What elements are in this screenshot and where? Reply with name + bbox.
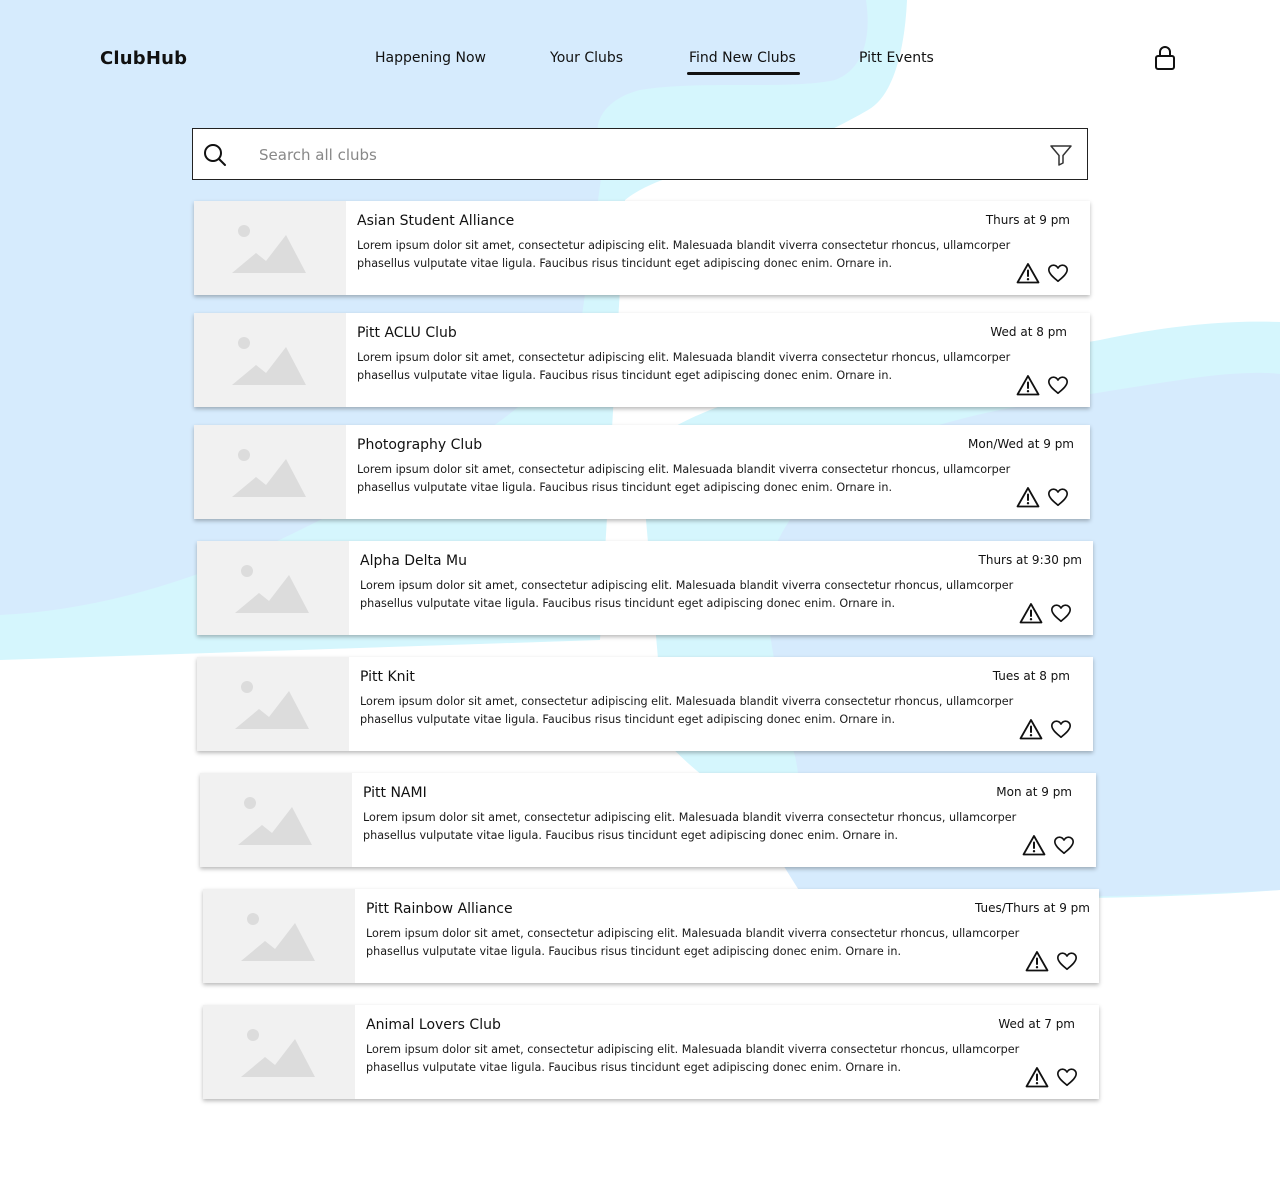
club-card[interactable]: Pitt NAMI Mon at 9 pm Lorem ipsum dolor … xyxy=(200,773,1096,867)
club-thumbnail xyxy=(197,657,349,751)
app-logo[interactable]: ClubHub xyxy=(100,48,187,69)
club-description: Lorem ipsum dolor sit amet, consectetur … xyxy=(366,927,1020,958)
club-card[interactable]: Asian Student Alliance Thurs at 9 pm Lor… xyxy=(194,201,1090,295)
image-placeholder-icon xyxy=(232,449,306,497)
club-meeting-time: Thurs at 9 pm xyxy=(985,213,1070,227)
club-thumbnail xyxy=(194,425,346,519)
heart-icon[interactable] xyxy=(1050,718,1072,740)
club-name: Pitt NAMI xyxy=(363,785,427,801)
club-card[interactable]: Pitt Knit Tues at 8 pm Lorem ipsum dolor… xyxy=(197,657,1093,751)
top-navigation: ClubHub Happening Now Your Clubs Find Ne… xyxy=(0,0,1280,110)
heart-icon[interactable] xyxy=(1047,374,1069,396)
club-name: Animal Lovers Club xyxy=(366,1017,501,1033)
club-description: Lorem ipsum dolor sit amet, consectetur … xyxy=(366,1043,1020,1074)
club-name: Photography Club xyxy=(357,437,483,453)
club-meeting-time: Thurs at 9:30 pm xyxy=(978,553,1082,567)
club-name: Pitt Knit xyxy=(360,669,415,685)
heart-icon[interactable] xyxy=(1047,262,1069,284)
club-meeting-time: Mon at 9 pm xyxy=(996,785,1072,799)
club-card[interactable]: Pitt ACLU Club Wed at 8 pm Lorem ipsum d… xyxy=(194,313,1090,407)
nav-find-new-clubs[interactable]: Find New Clubs xyxy=(687,50,800,75)
club-thumbnail xyxy=(194,201,346,295)
club-thumbnail xyxy=(200,773,352,867)
heart-icon[interactable] xyxy=(1050,602,1072,624)
heart-icon[interactable] xyxy=(1047,486,1069,508)
image-placeholder-icon xyxy=(241,913,315,961)
image-placeholder-icon xyxy=(232,225,306,273)
filter-icon[interactable] xyxy=(1049,143,1073,167)
club-description: Lorem ipsum dolor sit amet, consectetur … xyxy=(360,695,1014,726)
club-card[interactable]: Photography Club Mon/Wed at 9 pm Lorem i… xyxy=(194,425,1090,519)
image-placeholder-icon xyxy=(238,797,312,845)
warning-icon[interactable] xyxy=(1016,262,1040,284)
image-placeholder-icon xyxy=(235,681,309,729)
club-description: Lorem ipsum dolor sit amet, consectetur … xyxy=(357,463,1011,494)
warning-icon[interactable] xyxy=(1025,1066,1049,1088)
heart-icon[interactable] xyxy=(1056,1066,1078,1088)
warning-icon[interactable] xyxy=(1016,374,1040,396)
lock-icon[interactable] xyxy=(1153,45,1177,71)
image-placeholder-icon xyxy=(241,1029,315,1077)
club-meeting-time: Tues at 8 pm xyxy=(992,669,1070,683)
club-meeting-time: Mon/Wed at 9 pm xyxy=(968,437,1074,451)
nav-your-clubs[interactable]: Your Clubs xyxy=(550,50,623,66)
club-thumbnail xyxy=(197,541,349,635)
warning-icon[interactable] xyxy=(1025,950,1049,972)
heart-icon[interactable] xyxy=(1053,834,1075,856)
search-bar xyxy=(192,128,1088,180)
club-description: Lorem ipsum dolor sit amet, consectetur … xyxy=(357,239,1011,270)
image-placeholder-icon xyxy=(235,565,309,613)
club-name: Pitt ACLU Club xyxy=(357,325,457,341)
club-meeting-time: Wed at 7 pm xyxy=(998,1017,1075,1031)
club-description: Lorem ipsum dolor sit amet, consectetur … xyxy=(363,811,1017,842)
warning-icon[interactable] xyxy=(1019,602,1043,624)
club-card[interactable]: Pitt Rainbow Alliance Tues/Thurs at 9 pm… xyxy=(203,889,1099,983)
club-name: Alpha Delta Mu xyxy=(360,553,468,569)
club-card[interactable]: Animal Lovers Club Wed at 7 pm Lorem ips… xyxy=(203,1005,1099,1099)
nav-pitt-events[interactable]: Pitt Events xyxy=(859,50,934,66)
warning-icon[interactable] xyxy=(1019,718,1043,740)
image-placeholder-icon xyxy=(232,337,306,385)
club-thumbnail xyxy=(203,889,355,983)
club-name: Pitt Rainbow Alliance xyxy=(366,901,513,917)
club-thumbnail xyxy=(194,313,346,407)
club-thumbnail xyxy=(203,1005,355,1099)
club-meeting-time: Tues/Thurs at 9 pm xyxy=(975,901,1090,915)
club-description: Lorem ipsum dolor sit amet, consectetur … xyxy=(360,579,1014,610)
nav-happening-now[interactable]: Happening Now xyxy=(375,50,486,66)
club-card[interactable]: Alpha Delta Mu Thurs at 9:30 pm Lorem ip… xyxy=(197,541,1093,635)
heart-icon[interactable] xyxy=(1056,950,1078,972)
club-meeting-time: Wed at 8 pm xyxy=(990,325,1067,339)
club-description: Lorem ipsum dolor sit amet, consectetur … xyxy=(357,351,1011,382)
search-input[interactable] xyxy=(257,142,1021,168)
search-icon xyxy=(204,144,226,166)
club-name: Asian Student Alliance xyxy=(357,213,515,229)
warning-icon[interactable] xyxy=(1016,486,1040,508)
warning-icon[interactable] xyxy=(1022,834,1046,856)
